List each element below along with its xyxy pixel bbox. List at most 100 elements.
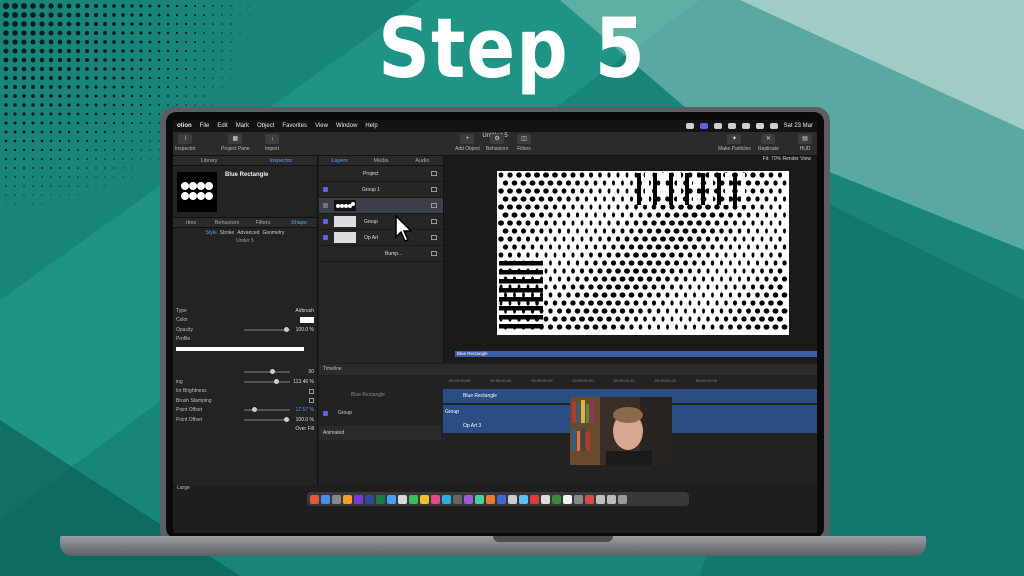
keyframe-filter[interactable]: Animated <box>319 426 441 440</box>
lock-icon[interactable] <box>431 187 437 192</box>
prop-first-offset-value[interactable]: 17.57 % <box>296 407 314 413</box>
tab-layers[interactable]: Layers <box>319 156 360 165</box>
zoom-size-label[interactable]: Large <box>177 485 190 491</box>
inspector-button[interactable]: i Inspector <box>175 134 196 152</box>
dock-app-icon[interactable] <box>607 494 616 504</box>
color-wheel-icon[interactable] <box>713 123 722 129</box>
dock-app-icon[interactable] <box>343 494 352 504</box>
visibility-checkbox[interactable] <box>323 410 328 416</box>
layer-project[interactable]: Project <box>319 166 443 182</box>
wifi-icon[interactable] <box>741 123 750 129</box>
prop-brightness[interactable]: lor Brightness <box>173 387 317 397</box>
tab-audio[interactable]: Audio <box>402 156 443 165</box>
prop-color[interactable]: Color <box>173 316 317 326</box>
dock-app-icon[interactable] <box>541 494 550 504</box>
tab-behaviors[interactable]: Behaviors <box>209 218 245 227</box>
lock-icon[interactable] <box>431 219 437 224</box>
menu-view[interactable]: View <box>315 123 328 129</box>
dock-app-icon[interactable] <box>486 494 495 504</box>
dock-app-icon[interactable] <box>530 494 539 504</box>
fit-zoom[interactable]: Fit: 70% <box>763 156 781 162</box>
dock-app-icon[interactable] <box>321 494 330 504</box>
import-button[interactable]: ↓ Import <box>265 134 279 152</box>
menu-window[interactable]: Window <box>336 123 357 129</box>
filters-button[interactable]: ◫ Filters <box>517 134 531 152</box>
subtab-advanced[interactable]: Advanced <box>237 230 259 236</box>
tab-library[interactable]: Library <box>173 156 245 165</box>
prop-profile[interactable]: Profile <box>173 335 317 345</box>
dock-app-icon[interactable] <box>618 494 627 504</box>
behaviors-button[interactable]: ⚙ Behaviors <box>486 134 508 152</box>
spacing-slider[interactable] <box>244 378 290 384</box>
prop-type[interactable]: Type Airbrush <box>173 306 317 316</box>
dock-app-icon[interactable] <box>365 494 374 504</box>
visibility-checkbox[interactable] <box>323 219 328 224</box>
dock-app-icon[interactable] <box>519 494 528 504</box>
prop-stamping[interactable]: Brush Stamping <box>173 396 317 406</box>
screen-record-icon[interactable] <box>699 123 708 129</box>
dock-app-icon[interactable] <box>420 494 429 504</box>
visibility-checkbox[interactable] <box>323 203 328 208</box>
control-center-icon[interactable] <box>769 123 778 129</box>
subtab-stroke[interactable]: Stroke <box>220 230 234 236</box>
menubar-date[interactable]: Sat 23 Mar <box>784 123 813 129</box>
lock-icon[interactable] <box>431 251 437 256</box>
prop-opacity[interactable]: Opacity 100.0 % <box>173 325 317 335</box>
prop-spacing[interactable]: ing 113.46 % <box>173 377 317 387</box>
prop-last-point-offset[interactable]: Point Offset 100.0 % <box>173 415 317 425</box>
timeline-layer-blue-rectangle[interactable]: Blue Rectangle <box>319 388 441 402</box>
replicate-button[interactable]: ✕ Replicate <box>758 134 779 152</box>
lock-icon[interactable] <box>431 235 437 240</box>
dock-app-icon[interactable] <box>508 494 517 504</box>
lock-icon[interactable] <box>431 171 437 176</box>
profile-bar[interactable] <box>176 346 304 351</box>
layer-group-1[interactable]: Group 1 <box>319 182 443 198</box>
dock-app-icon[interactable] <box>475 494 484 504</box>
visibility-checkbox[interactable] <box>323 235 328 240</box>
last-offset-slider[interactable] <box>244 416 290 422</box>
app-menu[interactable]: otion <box>177 123 192 129</box>
visibility-checkbox[interactable] <box>323 187 328 192</box>
hud-button[interactable]: ▤ HUD <box>798 134 812 152</box>
dock-app-icon[interactable] <box>453 494 462 504</box>
search-icon[interactable] <box>755 123 764 129</box>
tab-inspector[interactable]: Inspector <box>245 156 317 165</box>
dock-app-icon[interactable] <box>387 494 396 504</box>
tab-filters[interactable]: Filters <box>245 218 281 227</box>
dock-app-icon[interactable] <box>574 494 583 504</box>
render-menu[interactable]: Render <box>782 156 798 162</box>
menu-file[interactable]: File <box>200 123 210 129</box>
dock-app-icon[interactable] <box>409 494 418 504</box>
brightness-checkbox[interactable] <box>309 388 314 394</box>
zoom-size-menu[interactable]: Large <box>173 485 445 492</box>
profile-gradient[interactable] <box>173 344 317 354</box>
prop-layer-order-value[interactable]: Over Fill <box>295 426 314 432</box>
dock-app-icon[interactable] <box>596 494 605 504</box>
add-object-button[interactable]: + Add Object <box>455 134 480 152</box>
opacity-slider[interactable] <box>244 326 290 332</box>
dock-app-icon[interactable] <box>442 494 451 504</box>
clock-icon[interactable] <box>727 123 736 129</box>
first-offset-slider[interactable] <box>244 407 290 413</box>
prop-spacing-value[interactable]: 113.46 % <box>293 379 314 385</box>
layer-group[interactable]: Group <box>319 214 443 230</box>
prop-layer-order[interactable]: Over Fill <box>173 425 317 435</box>
dock-app-icon[interactable] <box>497 494 506 504</box>
dock-app-icon[interactable] <box>354 494 363 504</box>
timeline-layer-group[interactable]: Group <box>319 406 441 420</box>
lock-icon[interactable] <box>431 203 437 208</box>
tab-media[interactable]: Media <box>360 156 401 165</box>
dock-app-icon[interactable] <box>585 494 594 504</box>
layer-blue-rectangle[interactable] <box>319 198 443 214</box>
layer-op-art[interactable]: Op Art <box>319 230 443 246</box>
menu-help[interactable]: Help <box>365 123 377 129</box>
obs-icon[interactable] <box>685 123 694 129</box>
prop-width[interactable]: 50 <box>173 368 317 378</box>
menu-mark[interactable]: Mark <box>236 123 249 129</box>
prop-last-offset-value[interactable]: 100.0 % <box>296 417 314 423</box>
stamping-checkbox[interactable] <box>309 398 314 404</box>
menu-favorites[interactable]: Favorites <box>282 123 307 129</box>
prop-opacity-value[interactable]: 100.0 % <box>296 327 314 333</box>
subtab-style[interactable]: Style <box>206 230 217 236</box>
dock-app-icon[interactable] <box>332 494 341 504</box>
